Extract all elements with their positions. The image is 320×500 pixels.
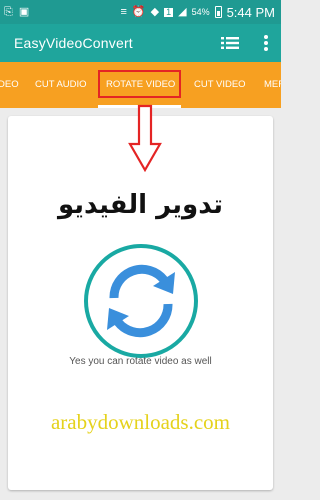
rotate-icon <box>84 244 198 358</box>
clock: 5:44 PM <box>226 4 275 20</box>
status-bar: ⎘ ▣ ≡ ⏰ ◆ 1 ◢ 54% 5:44 PM <box>0 0 281 24</box>
watermark-text: arabydownloads.com <box>50 410 231 434</box>
usb-icon: ⎘ <box>4 5 13 18</box>
app-title: EasyVideoConvert <box>14 35 133 51</box>
battery-icon <box>214 6 222 18</box>
tab-merge[interactable]: MER <box>264 62 281 108</box>
battery-percent: 54% <box>191 7 210 17</box>
status-left-icons: ⎘ ▣ <box>4 0 29 24</box>
sim-badge: 1 <box>164 6 174 17</box>
tab-convert-video[interactable]: DEO <box>0 62 19 108</box>
status-right-icons: ≡ ⏰ ◆ 1 ◢ 54% 5:44 PM <box>120 0 275 24</box>
arabic-title: تدوير الفيديو <box>57 190 223 220</box>
alarm-icon: ⏰ <box>131 5 146 18</box>
vibrate-icon: ≡ <box>120 5 127 18</box>
signal-icon: ◢ <box>178 5 187 18</box>
tab-highlight-box <box>98 70 181 98</box>
wifi-icon: ◆ <box>150 5 160 18</box>
tab-bar: DEO CUT AUDIO ROTATE VIDEO CUT VIDEO MER <box>0 62 281 108</box>
list-icon[interactable] <box>221 36 239 50</box>
app-bar: EasyVideoConvert <box>0 24 281 62</box>
more-vert-icon[interactable] <box>263 34 269 52</box>
image-icon: ▣ <box>18 5 30 18</box>
caption-text: Yes you can rotate video as well <box>69 356 212 367</box>
down-arrow-annotation <box>128 104 162 172</box>
tab-cut-audio[interactable]: CUT AUDIO <box>35 62 87 108</box>
tab-cut-video[interactable]: CUT VIDEO <box>194 62 246 108</box>
